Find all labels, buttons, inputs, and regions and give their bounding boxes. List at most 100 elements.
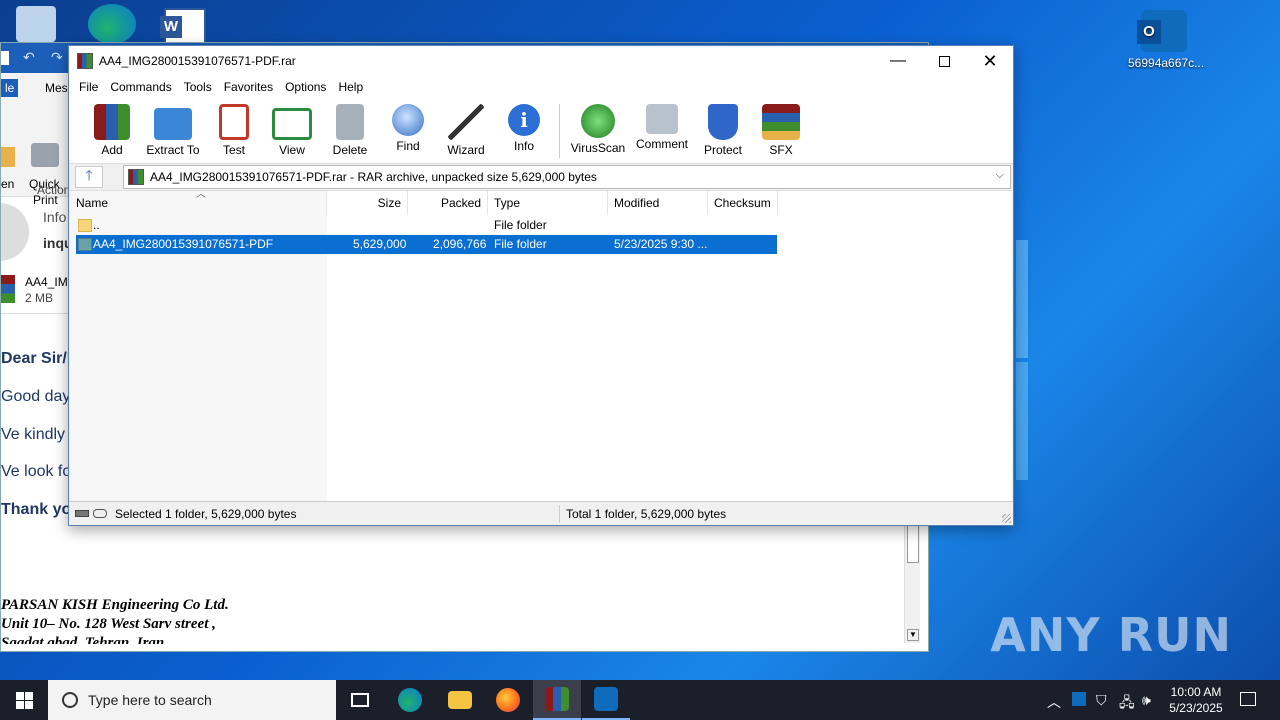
test-label: Test xyxy=(222,143,245,157)
open-icon[interactable] xyxy=(1,147,15,167)
body-line-2: Good day! xyxy=(1,388,75,405)
row-type: File folder xyxy=(494,237,547,251)
outlook-icon xyxy=(594,687,618,711)
taskbar-outlook[interactable] xyxy=(582,680,630,720)
menu-file[interactable]: File xyxy=(73,80,104,94)
scroll-down-arrow[interactable]: ▼ xyxy=(907,629,919,641)
menu-favorites[interactable]: Favorites xyxy=(218,80,279,94)
recycle-bin-icon[interactable] xyxy=(16,6,56,42)
volume-icon[interactable]: 🕪 xyxy=(1142,692,1151,709)
row-name: AA4_IMG280015391076571-PDF xyxy=(93,237,274,251)
tab-file[interactable]: le xyxy=(1,79,19,97)
print-icon[interactable] xyxy=(31,143,59,167)
address-field[interactable]: AA4_IMG280015391076571-PDF.rar - RAR arc… xyxy=(123,165,1011,189)
clock[interactable]: 10:00 AM 5/23/2025 xyxy=(1162,684,1230,716)
tab-message[interactable]: Mes xyxy=(45,81,68,95)
save-icon[interactable] xyxy=(1,51,9,65)
minimize-button[interactable]: — xyxy=(875,46,921,76)
find-button[interactable]: Find xyxy=(379,98,437,153)
sfx-button[interactable]: SFX xyxy=(752,98,810,157)
undo-icon[interactable]: ↶ xyxy=(23,49,35,66)
task-view-button[interactable] xyxy=(336,680,384,720)
clock-time: 10:00 AM xyxy=(1170,685,1222,699)
attachment-size: 2 MB xyxy=(25,291,54,305)
scrollbar-thumb[interactable] xyxy=(907,523,919,563)
folder-icon xyxy=(448,691,472,709)
winrar-app-icon xyxy=(77,53,93,69)
comment-button[interactable]: Comment xyxy=(630,98,694,151)
close-button[interactable]: ✕ xyxy=(967,46,1013,76)
resize-grip-icon[interactable] xyxy=(1002,514,1011,523)
add-button[interactable]: Add xyxy=(83,98,141,157)
edge-desktop-icon[interactable] xyxy=(88,4,136,44)
virusscan-button[interactable]: VirusScan xyxy=(566,98,630,155)
menu-bar: File Commands Tools Favorites Options He… xyxy=(69,76,1013,98)
status-selected: Selected 1 folder, 5,629,000 bytes xyxy=(115,507,297,521)
row-name: .. xyxy=(93,218,100,232)
outlook-tray-icon[interactable] xyxy=(1072,692,1086,706)
body-line-4: Ve look fo xyxy=(1,463,72,480)
column-header-size[interactable]: Size xyxy=(327,191,408,215)
test-button[interactable]: Test xyxy=(205,98,263,157)
taskbar-edge[interactable] xyxy=(386,680,434,720)
anyrun-watermark: ANY RUN xyxy=(990,608,1232,662)
outlook-file-desktop-item[interactable]: O 56994a667c... xyxy=(1128,10,1204,70)
menu-help[interactable]: Help xyxy=(332,80,369,94)
winrar-window[interactable]: AA4_IMG280015391076571-PDF.rar — ✕ File … xyxy=(68,45,1014,526)
sfx-label: SFX xyxy=(769,143,793,157)
row-type: File folder xyxy=(494,218,547,232)
address-bar: 🡑 AA4_IMG280015391076571-PDF.rar - RAR a… xyxy=(69,164,1013,190)
sort-indicator-icon: ︿ xyxy=(196,189,206,200)
redo-icon[interactable]: ↷ xyxy=(51,49,63,66)
maximize-button[interactable] xyxy=(921,46,967,76)
extract-to-label: Extract To xyxy=(146,143,200,157)
column-header-type[interactable]: Type xyxy=(488,191,608,215)
delete-button[interactable]: Delete xyxy=(321,98,379,157)
winrar-titlebar[interactable]: AA4_IMG280015391076571-PDF.rar — ✕ xyxy=(69,46,1013,76)
table-row[interactable]: AA4_IMG280015391076571-PDF 5,629,000 2,0… xyxy=(76,235,777,254)
network-icon[interactable]: 🖧 xyxy=(1119,692,1135,716)
comment-icon xyxy=(646,104,678,134)
view-button[interactable]: View xyxy=(263,98,321,157)
signature-line-3: Saadat abad, Tehran, Iran xyxy=(1,635,165,644)
column-header-modified[interactable]: Modified xyxy=(608,191,708,215)
notification-icon[interactable] xyxy=(1240,692,1256,706)
window-title: AA4_IMG280015391076571-PDF.rar xyxy=(99,54,296,68)
taskbar-firefox[interactable] xyxy=(484,680,532,720)
row-size: 5,629,000 xyxy=(353,237,407,251)
protect-button[interactable]: Protect xyxy=(694,98,752,157)
info-button[interactable]: i Info xyxy=(495,98,553,153)
chevron-up-icon[interactable]: ︿ xyxy=(1047,692,1061,712)
extract-to-button[interactable]: Extract To xyxy=(141,98,205,157)
sender-avatar xyxy=(1,203,29,261)
view-label: View xyxy=(279,143,305,157)
taskbar: Type here to search ︿ ⛉ 🖧 🕪 10:00 AM 5/2… xyxy=(0,680,1280,720)
column-header-checksum[interactable]: Checksum xyxy=(708,191,778,215)
chevron-down-icon[interactable]: ⌵ xyxy=(996,169,1004,182)
taskbar-file-explorer[interactable] xyxy=(436,680,484,720)
table-row[interactable]: .. File folder xyxy=(76,216,777,235)
message-scrollbar[interactable]: ▼ xyxy=(904,513,920,643)
column-header-packed[interactable]: Packed xyxy=(408,191,488,215)
menu-tools[interactable]: Tools xyxy=(178,80,218,94)
arrow-up-icon: 🡑 xyxy=(85,167,93,183)
file-list[interactable]: Name ︿ Size Packed Type Modified Checksu… xyxy=(70,189,1012,502)
taskbar-search[interactable]: Type here to search xyxy=(48,680,336,720)
wizard-button[interactable]: Wizard xyxy=(437,98,495,157)
clock-date: 5/23/2025 xyxy=(1169,701,1223,715)
menu-commands[interactable]: Commands xyxy=(104,80,177,94)
comment-label: Comment xyxy=(635,137,688,151)
view-book-icon xyxy=(272,108,312,140)
open-label[interactable]: en xyxy=(1,177,14,191)
taskbar-winrar[interactable] xyxy=(533,680,581,720)
up-one-level-button[interactable]: 🡑 xyxy=(75,166,103,188)
outlook-file-label: 56994a667c... xyxy=(1128,56,1205,70)
menu-options[interactable]: Options xyxy=(279,80,332,94)
start-button[interactable] xyxy=(0,680,48,720)
shield-tray-icon[interactable]: ⛉ xyxy=(1096,692,1107,709)
word-desktop-icon[interactable]: W xyxy=(160,8,206,44)
row-modified: 5/23/2025 9:30 ... xyxy=(614,237,708,251)
toolbar: Add Extract To Test View Delete Find Wiz… xyxy=(69,98,1013,164)
add-archive-icon xyxy=(94,104,130,140)
rar-file-icon xyxy=(1,275,15,303)
